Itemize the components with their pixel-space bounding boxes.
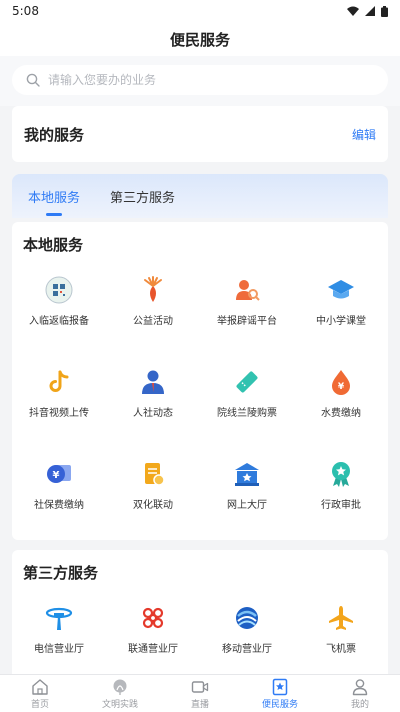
my-services-title: 我的服务 bbox=[24, 125, 85, 144]
report-icon bbox=[233, 276, 261, 304]
nav-label: 文明实践 bbox=[101, 699, 138, 710]
service-item-social-security[interactable]: ¥ 社保费缴纳 bbox=[12, 456, 106, 548]
service-label: 双化联动 bbox=[133, 500, 173, 511]
service-label: 网上大厅 bbox=[227, 500, 267, 511]
service-label: 中小学课堂 bbox=[316, 316, 366, 327]
battery-icon bbox=[381, 5, 388, 17]
service-label: 联通营业厅 bbox=[128, 644, 178, 655]
edit-button[interactable]: 编辑 bbox=[352, 126, 376, 143]
bottom-nav: 首页 文明实践 直播 便民服务 我的 bbox=[0, 674, 400, 712]
svg-text:¥: ¥ bbox=[338, 382, 345, 392]
page-header: 便民服务 bbox=[0, 22, 400, 56]
nav-item-profile[interactable]: 我的 bbox=[325, 678, 395, 710]
page-title: 便民服务 bbox=[169, 30, 230, 49]
search-bar[interactable] bbox=[12, 65, 388, 95]
profile-icon bbox=[352, 678, 368, 695]
approval-badge-icon bbox=[327, 460, 355, 488]
nav-item-civilization[interactable]: 文明实践 bbox=[85, 678, 155, 710]
water-drop-icon: ¥ bbox=[327, 368, 355, 396]
local-services-grid: 入临返临报备 公益活动 举报辟谣平台 中小学课堂 抖音视频上传 人社动态 院线兰… bbox=[12, 272, 388, 548]
service-label: 电信营业厅 bbox=[34, 644, 84, 655]
status-bar: 5:08 bbox=[0, 0, 400, 22]
ticket-icon bbox=[233, 368, 261, 396]
service-label: 人社动态 bbox=[133, 408, 173, 419]
service-item-report-rumor[interactable]: 举报辟谣平台 bbox=[200, 272, 294, 364]
local-services-title: 本地服务 bbox=[23, 236, 84, 254]
service-label: 移动营业厅 bbox=[222, 644, 272, 655]
service-label: 社保费缴纳 bbox=[34, 500, 84, 511]
qr-code-icon bbox=[45, 276, 73, 304]
status-time: 5:08 bbox=[12, 4, 39, 18]
service-label: 水费缴纳 bbox=[321, 408, 361, 419]
service-label: 入临返临报备 bbox=[29, 316, 89, 327]
service-item-water-fee[interactable]: ¥ 水费缴纳 bbox=[294, 364, 388, 456]
service-label: 举报辟谣平台 bbox=[217, 316, 277, 327]
civilization-icon bbox=[113, 679, 127, 695]
social-security-icon: ¥ bbox=[45, 460, 73, 488]
service-label: 院线兰陵购票 bbox=[217, 408, 277, 419]
signal-icon bbox=[365, 6, 375, 16]
nav-label: 首页 bbox=[30, 699, 49, 710]
live-video-icon bbox=[191, 680, 209, 693]
mobile-icon bbox=[233, 604, 261, 632]
service-label: 行政审批 bbox=[321, 500, 361, 511]
telecom-icon bbox=[45, 604, 73, 632]
tiktok-icon bbox=[45, 368, 73, 396]
graduation-cap-icon bbox=[327, 276, 355, 304]
third-party-services-section: 第三方服务 电信营业厅 联通营业厅 移动营业厅 飞机票 bbox=[12, 550, 388, 674]
search-input[interactable] bbox=[48, 73, 348, 87]
service-label: 公益活动 bbox=[133, 316, 173, 327]
wifi-icon bbox=[347, 6, 359, 16]
service-item-entry-report[interactable]: 入临返临报备 bbox=[12, 272, 106, 364]
person-icon bbox=[139, 368, 167, 396]
tab-local-services[interactable]: 本地服务 bbox=[28, 187, 80, 218]
service-item-school-class[interactable]: 中小学课堂 bbox=[294, 272, 388, 364]
service-item-charity[interactable]: 公益活动 bbox=[106, 272, 200, 364]
service-tabs: 本地服务 第三方服务 bbox=[12, 174, 388, 218]
nav-label: 我的 bbox=[350, 699, 369, 710]
svg-text:¥: ¥ bbox=[53, 470, 60, 481]
hall-icon bbox=[233, 460, 261, 488]
charity-icon bbox=[139, 276, 167, 304]
service-item-tiktok-upload[interactable]: 抖音视频上传 bbox=[12, 364, 106, 456]
nav-item-home[interactable]: 首页 bbox=[5, 678, 75, 710]
third-party-services-title: 第三方服务 bbox=[23, 564, 99, 582]
tab-third-party-services[interactable]: 第三方服务 bbox=[110, 187, 175, 218]
nav-item-live[interactable]: 直播 bbox=[165, 678, 235, 710]
service-bookmark-icon bbox=[272, 678, 288, 695]
nav-item-services[interactable]: 便民服务 bbox=[245, 678, 315, 710]
document-icon bbox=[139, 460, 167, 488]
service-label: 抖音视频上传 bbox=[29, 408, 89, 419]
service-item-cinema-ticket[interactable]: 院线兰陵购票 bbox=[200, 364, 294, 456]
unicom-icon bbox=[139, 604, 167, 632]
airplane-icon bbox=[327, 604, 355, 632]
service-item-dual-link[interactable]: 双化联动 bbox=[106, 456, 200, 548]
home-icon bbox=[32, 678, 48, 695]
my-services-card: 我的服务 编辑 bbox=[12, 106, 388, 162]
search-area bbox=[0, 56, 400, 106]
local-services-section: 本地服务 入临返临报备 公益活动 举报辟谣平台 中小学课堂 抖音视频上传 人社动… bbox=[12, 222, 388, 540]
nav-label: 直播 bbox=[190, 699, 209, 710]
service-item-hr-news[interactable]: 人社动态 bbox=[106, 364, 200, 456]
nav-label: 便民服务 bbox=[261, 699, 298, 710]
service-label: 飞机票 bbox=[326, 644, 356, 655]
service-item-admin-approval[interactable]: 行政审批 bbox=[294, 456, 388, 548]
search-icon bbox=[26, 73, 40, 87]
status-icons bbox=[347, 5, 388, 17]
service-item-online-hall[interactable]: 网上大厅 bbox=[200, 456, 294, 548]
